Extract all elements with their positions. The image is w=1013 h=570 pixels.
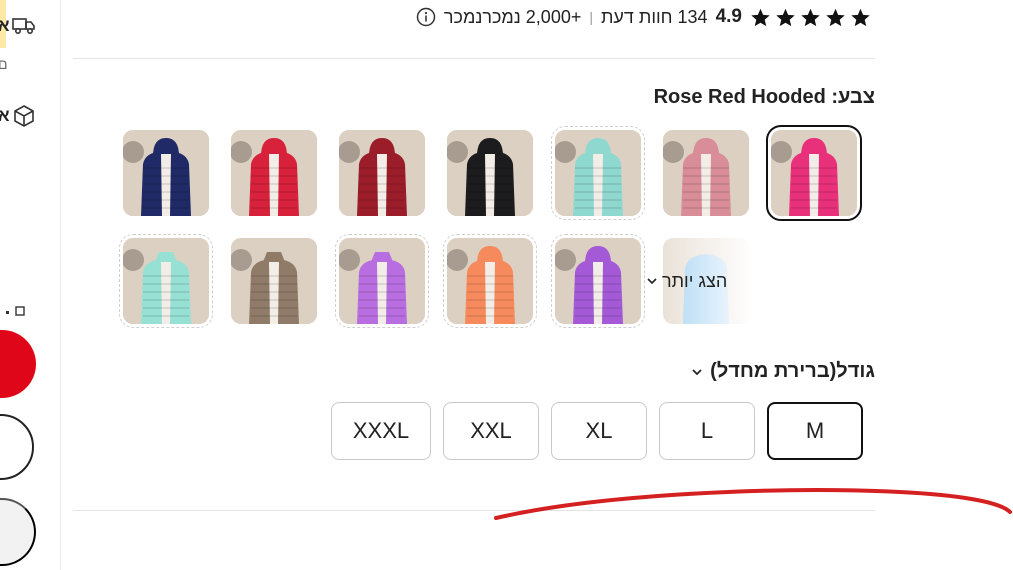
jacket-thumbnail	[231, 130, 317, 216]
size-label-dropdown[interactable]: גודל(ברירת מחדל)	[690, 360, 875, 383]
add-to-cart-button[interactable]	[0, 414, 34, 480]
chevron-down-icon	[647, 278, 657, 285]
side-row-package[interactable]: א	[0, 104, 40, 128]
color-swatch-black-hooded[interactable]	[447, 130, 533, 216]
color-swatch-pink-hooded[interactable]	[663, 130, 749, 216]
jacket-thumbnail	[771, 130, 857, 216]
color-swatch-mint-hooded[interactable]	[551, 126, 645, 220]
star-icon	[751, 8, 770, 26]
size-option-m[interactable]: M	[767, 402, 863, 460]
separator: |	[589, 9, 593, 25]
jacket-thumbnail	[555, 130, 641, 216]
truck-icon	[12, 18, 35, 35]
side-panel: א ם א	[0, 0, 61, 570]
color-swatch-orange-hooded[interactable]	[443, 234, 537, 328]
color-swatch-purple-collar[interactable]	[335, 234, 429, 328]
color-label: צבע: Rose Red Hooded	[653, 86, 875, 108]
color-swatch-khaki-collar[interactable]	[231, 238, 317, 324]
divider	[73, 510, 875, 511]
jacket-thumbnail	[339, 130, 425, 216]
rating-score: 4.9	[715, 6, 742, 27]
jacket-thumbnail	[663, 130, 749, 216]
show-more-label: הצג יותר	[662, 270, 728, 291]
review-count-link[interactable]: 134 חוות דעת	[601, 7, 708, 28]
size-label-text: גודל(ברירת מחדל)	[710, 360, 875, 382]
jacket-thumbnail	[339, 238, 425, 324]
side-row-subtext: ם	[0, 56, 8, 72]
jacket-thumbnail	[231, 238, 317, 324]
partial-icon	[6, 306, 25, 316]
star-icon	[826, 8, 845, 26]
size-option-xl[interactable]: XL	[551, 402, 647, 460]
star-icon	[776, 8, 795, 26]
color-swatch-rose-red-hooded[interactable]	[766, 125, 862, 221]
side-row-package-text: א	[0, 106, 10, 125]
buy-now-button[interactable]	[0, 330, 36, 398]
show-more-button[interactable]: הצג יותר	[646, 270, 727, 292]
info-icon[interactable]	[416, 7, 436, 27]
side-row-shipping-text: א	[0, 16, 10, 35]
sold-count: +2,000 נמכרנמכר	[443, 6, 582, 27]
wishlist-button[interactable]	[0, 498, 36, 566]
jacket-thumbnail	[123, 130, 209, 216]
divider	[73, 58, 875, 59]
star-icon	[851, 8, 870, 26]
size-option-l[interactable]: L	[659, 402, 755, 460]
color-swatch-navy-hooded[interactable]	[123, 130, 209, 216]
color-swatch-wine-hooded[interactable]	[339, 130, 425, 216]
rating-stars	[750, 7, 871, 28]
jacket-thumbnail	[447, 130, 533, 216]
size-option-xxxl[interactable]: XXXL	[331, 402, 431, 460]
jacket-thumbnail	[123, 238, 209, 324]
star-icon	[801, 8, 820, 26]
size-option-xxl[interactable]: XXL	[443, 402, 539, 460]
side-row-shipping[interactable]: א	[0, 14, 40, 38]
color-swatch-red-hooded[interactable]	[231, 130, 317, 216]
color-swatch-purple-hooded[interactable]	[551, 234, 645, 328]
chevron-down-icon	[692, 368, 702, 375]
rating-summary: 4.9 134 חוות דעת | +2,000 נמכרנמכר	[416, 4, 871, 30]
color-swatch-mint-collar[interactable]	[119, 234, 213, 328]
box-icon	[14, 105, 34, 127]
jacket-thumbnail	[447, 238, 533, 324]
jacket-thumbnail	[555, 238, 641, 324]
